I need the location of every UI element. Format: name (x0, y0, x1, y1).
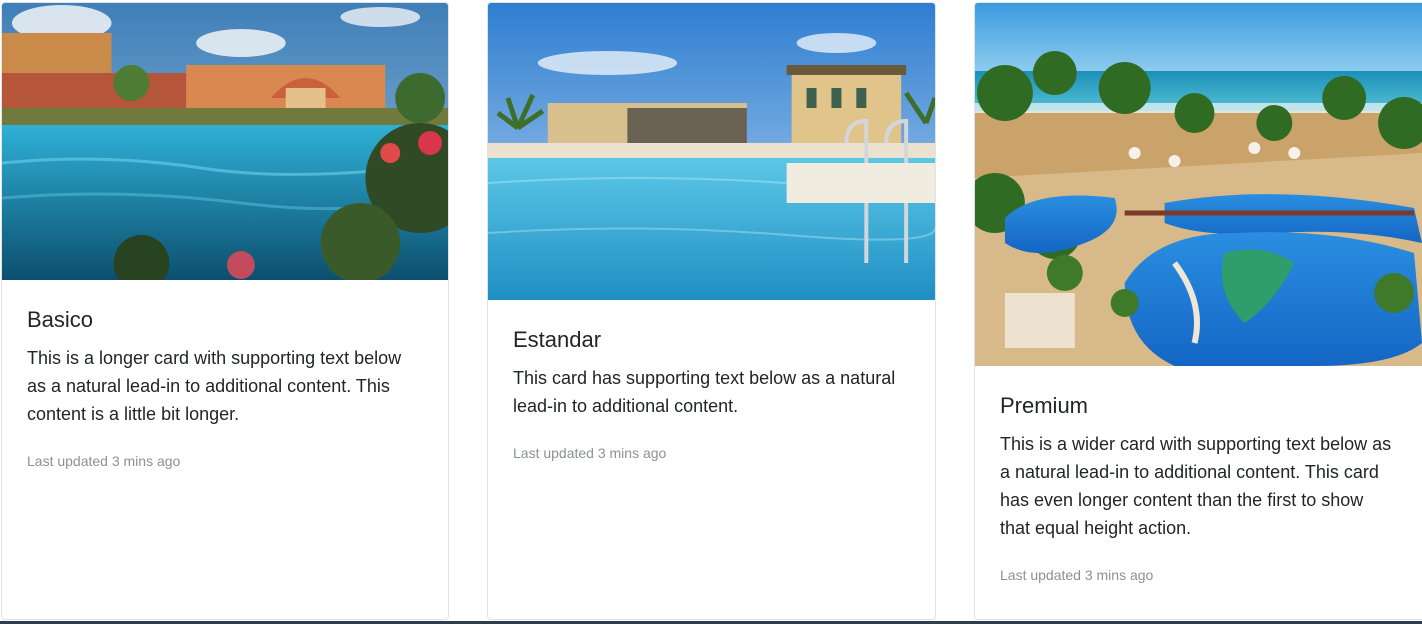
last-updated-text: Last updated 3 mins ago (27, 453, 181, 469)
card-basico[interactable]: Basico This is a longer card with suppor… (1, 2, 449, 620)
card-body: Premium This is a wider card with suppor… (975, 366, 1422, 585)
beach-resort-pool-image (975, 3, 1422, 366)
card-text: This is a wider card with supporting tex… (1000, 434, 1392, 538)
card-body: Basico This is a longer card with suppor… (2, 280, 448, 471)
card-premium[interactable]: Premium This is a wider card with suppor… (974, 2, 1422, 620)
card-text: This card has supporting text below as a… (513, 368, 896, 416)
hotel-pool-image (488, 3, 935, 300)
card-estandar[interactable]: Estandar This card has supporting text b… (487, 2, 936, 620)
last-updated-text: Last updated 3 mins ago (1000, 567, 1154, 583)
resort-pool-image (2, 3, 448, 280)
last-updated-text: Last updated 3 mins ago (513, 445, 667, 461)
card-deck: Basico This is a longer card with suppor… (0, 0, 1422, 624)
card-title: Premium (1000, 393, 1089, 418)
card-title: Estandar (513, 327, 602, 352)
card-body: Estandar This card has supporting text b… (488, 300, 935, 463)
card-text: This is a longer card with supporting te… (27, 348, 402, 424)
card-title: Basico (27, 307, 94, 332)
